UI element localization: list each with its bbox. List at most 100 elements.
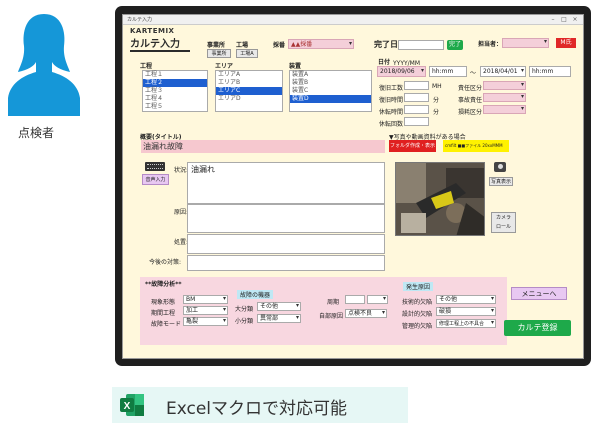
major-class-label: 大分類 — [235, 306, 254, 313]
inspector-select[interactable] — [502, 38, 549, 48]
screen-title: カルテ入力 — [130, 35, 190, 52]
end-time-input[interactable]: hh:mm — [529, 66, 571, 77]
stop-time-input[interactable] — [404, 105, 429, 114]
mgmt-defect-label: 管理的欠陥 — [402, 323, 433, 330]
maximize-icon[interactable]: □ — [560, 16, 568, 23]
measure-textarea[interactable] — [187, 234, 385, 254]
area-list[interactable]: エリアA エリアB エリアC エリアD — [215, 70, 283, 112]
status-label: 状況: — [174, 167, 189, 174]
list-item[interactable]: 工程４ — [143, 95, 207, 103]
area-label: エリア — [215, 63, 234, 70]
recovery-time-input[interactable] — [404, 93, 429, 102]
equipment-photo — [395, 162, 485, 236]
minor-class-select[interactable]: 異常部 — [257, 314, 301, 323]
design-defect-label: 設計的欠陥 — [402, 311, 433, 318]
writer-select[interactable]: ▲▲採番 — [288, 39, 354, 49]
responsibility-label: 責任区分 — [458, 85, 483, 92]
equipment-label: 故障の機器 — [237, 290, 274, 299]
done-button[interactable]: 完了 — [447, 40, 463, 50]
cause-textarea[interactable] — [187, 204, 385, 233]
office-field[interactable]: 事業所 — [207, 49, 231, 58]
list-item[interactable]: エリアC — [216, 87, 282, 95]
mail-button[interactable]: M氏 — [556, 38, 576, 48]
repair-time-unit: MH — [432, 83, 442, 90]
list-item[interactable]: エリアA — [216, 71, 282, 79]
folder-button[interactable]: フォルダ作成・表示 — [389, 140, 436, 152]
accident-label: 事故責任 — [458, 97, 483, 104]
list-item[interactable]: 工程５ — [143, 103, 207, 111]
register-button[interactable]: カルテ登録 — [504, 320, 571, 336]
list-item[interactable]: 装置A — [290, 71, 371, 79]
writer-label: 採番 — [273, 42, 286, 49]
future-measure-textarea[interactable] — [187, 255, 385, 271]
footer-text: Excelマクロで対応可能 — [166, 399, 348, 419]
svg-text:X: X — [124, 401, 131, 412]
minor-class-label: 小分類 — [235, 318, 254, 325]
camera-roll-button[interactable]: カメラ ロール — [491, 212, 516, 233]
close-icon[interactable]: × — [571, 16, 579, 23]
window-titlebar: カルテ入力 – □ × — [123, 15, 583, 25]
phenomenon-label: 現象形態 — [151, 299, 176, 306]
camera-icon[interactable] — [494, 162, 506, 172]
list-item[interactable]: 工程１ — [143, 71, 207, 79]
stop-count-input[interactable] — [404, 117, 429, 126]
menu-button[interactable]: メニューへ — [511, 287, 567, 300]
fault-mode-label: 故障モード — [151, 321, 182, 328]
recovery-time-unit: 分 — [433, 97, 440, 104]
accident-select[interactable] — [483, 93, 526, 102]
device-list[interactable]: 装置A 装置B 装置C 装置D — [289, 70, 372, 112]
done-date-label: 完了日 — [374, 40, 398, 49]
minimize-icon[interactable]: – — [549, 16, 557, 23]
start-time-input[interactable]: hh:mm — [429, 66, 467, 77]
process-list[interactable]: 工程１ 工程２ 工程３ 工程４ 工程５ — [142, 70, 208, 112]
measure-label: 処置: — [174, 239, 189, 246]
stop-time-label: 休転時間 — [379, 109, 404, 116]
office-label: 事業所 — [207, 42, 226, 49]
factory-field[interactable]: 工場A — [236, 49, 258, 58]
phenomenon-select[interactable]: BM — [183, 295, 228, 304]
keyboard-icon[interactable] — [145, 162, 165, 171]
cycle-input[interactable] — [345, 295, 365, 304]
responsibility-select[interactable] — [483, 81, 526, 90]
app-window: カルテ入力 – □ × KARTEMIX カルテ入力 事業所 事業所 工場 工場… — [122, 14, 584, 359]
done-date-input[interactable] — [398, 40, 444, 50]
end-date-select[interactable]: 2018/04/01 — [480, 66, 526, 77]
date-range-separator: 〜 — [470, 70, 477, 77]
self-cause-select[interactable]: 点検不良 — [345, 309, 387, 318]
recovery-time-label: 復旧時間 — [379, 97, 404, 104]
logo: KARTEMIX カルテ入力 — [130, 27, 190, 52]
list-item[interactable]: 装置D — [290, 95, 371, 103]
tech-defect-label: 技術的欠陥 — [402, 299, 433, 306]
brand-logo: KARTEMIX — [130, 27, 175, 35]
tech-defect-select[interactable]: その他 — [436, 295, 496, 304]
repair-time-label: 復旧工数 — [379, 85, 404, 92]
voice-input-button[interactable]: 音声入力 — [142, 174, 169, 185]
list-item[interactable]: エリアD — [216, 95, 282, 103]
damage-select[interactable] — [483, 105, 526, 114]
fault-mode-select[interactable]: 亀裂 — [183, 317, 228, 326]
inspector-label: 担当者： — [478, 41, 503, 48]
origin-label: 発生原因 — [403, 282, 434, 291]
period-select[interactable]: 加工 — [183, 306, 228, 315]
excel-icon: X — [120, 394, 144, 416]
start-date-select[interactable]: 2018/09/06 — [377, 66, 426, 77]
summary-title-input[interactable]: 油漏れ故障 — [141, 140, 385, 153]
photo-view-button[interactable]: 写真表示 — [489, 177, 513, 186]
cycle-unit-select[interactable] — [367, 295, 388, 304]
process-label: 工程 — [140, 63, 153, 70]
list-item[interactable]: 装置B — [290, 79, 371, 87]
damage-label: 損耗区分 — [458, 109, 483, 116]
mgmt-defect-select[interactable]: 修理工程上の不具合 — [436, 319, 496, 328]
major-class-select[interactable]: その他 — [257, 302, 301, 311]
repair-time-input[interactable] — [404, 81, 429, 90]
list-item[interactable]: エリアB — [216, 79, 282, 87]
design-defect-select[interactable]: 破損 — [436, 307, 496, 316]
factory-label: 工場 — [236, 42, 249, 49]
persona-label: 点検者 — [18, 126, 55, 140]
stop-count-label: 休転回数 — [379, 121, 404, 128]
window-title: カルテ入力 — [127, 17, 153, 23]
list-item[interactable]: 装置C — [290, 87, 371, 95]
status-textarea[interactable]: 油漏れ — [187, 162, 385, 204]
list-item[interactable]: 工程２ — [143, 79, 207, 87]
list-item[interactable]: 工程３ — [143, 87, 207, 95]
